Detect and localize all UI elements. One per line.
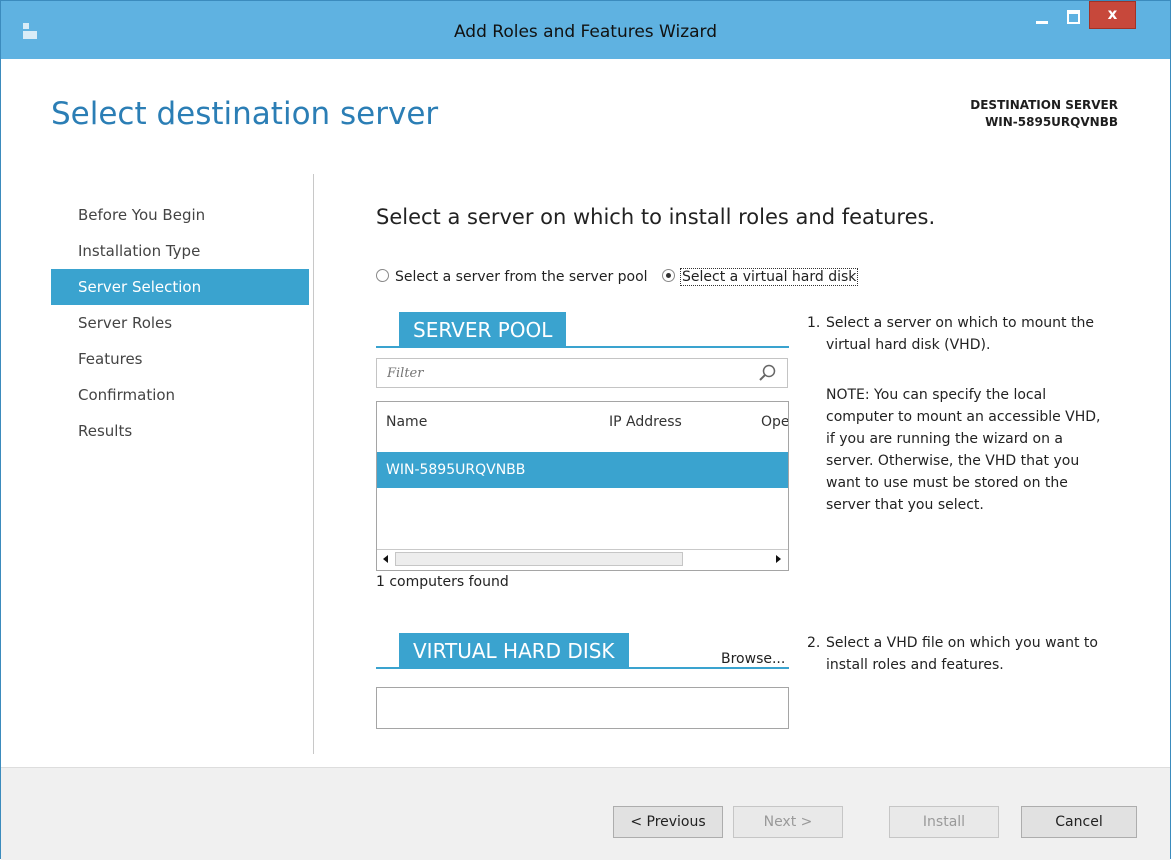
- install-button[interactable]: Install: [889, 806, 999, 838]
- scroll-right-icon[interactable]: [771, 552, 785, 566]
- page-title: Select destination server: [51, 96, 439, 132]
- maximize-button[interactable]: [1059, 1, 1087, 29]
- step-1-text: Select a server on which to mount the vi…: [826, 315, 1094, 353]
- filter-input[interactable]: [385, 365, 749, 382]
- nav-item-server-selection[interactable]: Server Selection: [51, 269, 309, 305]
- table-row[interactable]: WIN-5895URQVNBB: [377, 452, 788, 488]
- window-title: Add Roles and Features Wizard: [453, 22, 718, 42]
- step-1-number: 1.: [807, 315, 821, 331]
- help-step-2: 2. Select a VHD file on which you want t…: [807, 632, 1107, 676]
- horizontal-scrollbar[interactable]: [377, 549, 788, 570]
- column-ip-address[interactable]: IP Address: [609, 414, 682, 430]
- nav-item-confirmation[interactable]: Confirmation: [51, 377, 309, 413]
- destination-value: WIN-5895URQVNBB: [985, 115, 1118, 129]
- search-icon[interactable]: [757, 363, 777, 383]
- minimize-button[interactable]: [1028, 1, 1056, 29]
- close-icon: x: [1107, 5, 1118, 23]
- wizard-window: Add Roles and Features Wizard x Select d…: [0, 0, 1171, 860]
- column-name[interactable]: Name: [386, 414, 427, 430]
- vhd-header: VIRTUAL HARD DISK: [399, 633, 629, 667]
- nav-item-before-you-begin[interactable]: Before You Begin: [51, 197, 309, 233]
- help-step-1: 1. Select a server on which to mount the…: [807, 312, 1107, 356]
- filter-box[interactable]: [376, 358, 788, 388]
- server-type-options: Select a server from the server pool Sel…: [376, 268, 867, 286]
- server-pool-header: SERVER POOL: [399, 312, 567, 346]
- vhd-radio[interactable]: [662, 269, 676, 282]
- step-2-text: Select a VHD file on which you want to i…: [826, 635, 1098, 673]
- vhd-option-label: Select a virtual hard disk: [680, 268, 859, 286]
- note-text: NOTE: You can specify the local computer…: [826, 387, 1101, 513]
- server-pool-radio[interactable]: [376, 269, 389, 282]
- nav-item-installation-type[interactable]: Installation Type: [51, 233, 309, 269]
- server-pool-table[interactable]: Name IP Address Ope WIN-5895URQVNBB: [376, 401, 789, 571]
- scroll-left-icon[interactable]: [379, 552, 393, 566]
- server-pool-option-label: Select a server from the server pool: [395, 269, 648, 285]
- nav-divider: [313, 174, 314, 754]
- scroll-thumb[interactable]: [395, 552, 683, 566]
- cancel-button[interactable]: Cancel: [1021, 806, 1137, 838]
- wizard-body: Select destination server DESTINATION SE…: [1, 59, 1170, 860]
- close-button[interactable]: x: [1089, 1, 1136, 29]
- table-header: Name IP Address Ope: [377, 402, 788, 442]
- next-button[interactable]: Next >: [733, 806, 843, 838]
- server-pool-rule: [376, 346, 789, 348]
- computers-found-count: 1 computers found: [376, 574, 509, 590]
- wizard-nav: Before You Begin Installation Type Serve…: [51, 197, 309, 449]
- column-operating-system[interactable]: Ope: [761, 414, 788, 430]
- destination-server: DESTINATION SERVER WIN-5895URQVNBB: [970, 97, 1118, 131]
- server-pool-option[interactable]: Select a server from the server pool: [376, 269, 648, 285]
- help-note: NOTE: You can specify the local computer…: [826, 384, 1102, 516]
- vhd-rule: [376, 667, 789, 669]
- nav-item-features[interactable]: Features: [51, 341, 309, 377]
- previous-button[interactable]: < Previous: [613, 806, 723, 838]
- nav-item-server-roles[interactable]: Server Roles: [51, 305, 309, 341]
- minimize-icon: [1036, 21, 1048, 24]
- vhd-path-field[interactable]: [376, 687, 789, 729]
- nav-item-results[interactable]: Results: [51, 413, 309, 449]
- vhd-option[interactable]: Select a virtual hard disk: [662, 268, 859, 286]
- title-bar[interactable]: Add Roles and Features Wizard x: [1, 1, 1170, 59]
- destination-label: DESTINATION SERVER: [970, 98, 1118, 112]
- main-heading: Select a server on which to install role…: [376, 205, 936, 229]
- step-2-number: 2.: [807, 635, 821, 651]
- wizard-footer: < Previous Next > Install Cancel: [1, 767, 1170, 860]
- maximize-icon: [1067, 10, 1080, 24]
- browse-link[interactable]: Browse...: [721, 651, 785, 667]
